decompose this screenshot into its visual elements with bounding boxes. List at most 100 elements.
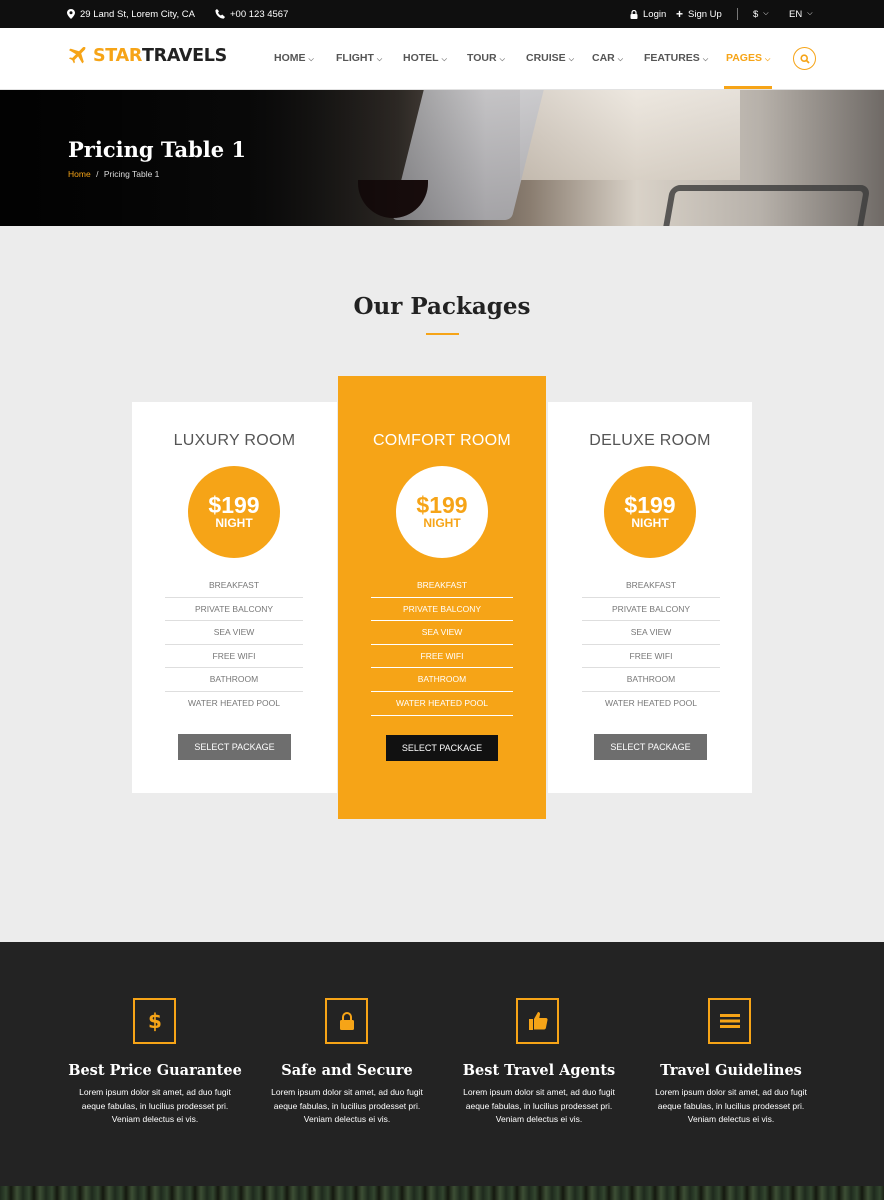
package-period: NIGHT: [423, 516, 461, 530]
svg-text:$: $: [148, 1010, 162, 1032]
dollar-icon: $: [148, 1010, 162, 1032]
site-logo[interactable]: STAR TRAVELS: [67, 46, 227, 66]
feature-list: BREAKFAST PRIVATE BALCONY SEA VIEW FREE …: [582, 574, 720, 716]
nav-item-flight[interactable]: FLIGHT ⌵: [336, 52, 382, 64]
language-select[interactable]: EN ⌵: [789, 0, 813, 28]
nav-item-pages[interactable]: PAGES ⌵: [726, 52, 770, 64]
chevron-down-icon: ⌵: [441, 56, 447, 63]
feature-icon-box: $: [133, 998, 176, 1044]
search-button[interactable]: [793, 47, 816, 70]
feature-text-line: Veniam delectus ei vis.: [303, 1114, 391, 1124]
nav-item-tour[interactable]: TOUR ⌵: [467, 52, 505, 64]
footer-image-strip: [0, 1186, 884, 1200]
list-item: BATHROOM: [165, 668, 303, 692]
package-name: DELUXE ROOM: [589, 432, 711, 449]
feature-title: Best Travel Agents: [462, 1062, 616, 1079]
map-pin-icon: [67, 9, 75, 19]
feature-text-line: Veniam delectus ei vis.: [687, 1114, 775, 1124]
list-item: FREE WIFI: [582, 645, 720, 669]
nav-label: HOME: [274, 52, 306, 64]
nav-item-features[interactable]: FEATURES ⌵: [644, 52, 708, 64]
package-period: NIGHT: [215, 516, 253, 530]
nav-item-hotel[interactable]: HOTEL ⌵: [403, 52, 447, 64]
login-link[interactable]: Login: [630, 0, 666, 28]
phone: +00 123 4567: [215, 0, 288, 28]
package-name: COMFORT ROOM: [372, 432, 512, 449]
phone-text: +00 123 4567: [230, 8, 289, 20]
list-item: BATHROOM: [371, 668, 513, 692]
breadcrumb-home[interactable]: Home: [68, 169, 91, 179]
feature-text-line: aeque fabulas, in lucilius prodesset pri…: [81, 1100, 229, 1111]
price-circle: $199 NIGHT: [604, 466, 696, 558]
signup-link[interactable]: + Sign Up: [676, 0, 722, 28]
chevron-down-icon: ⌵: [763, 10, 769, 17]
list-item: BREAKFAST: [165, 574, 303, 598]
nav-item-car[interactable]: CAR ⌵: [592, 52, 623, 64]
plus-icon: +: [676, 7, 684, 21]
active-nav-indicator: [724, 86, 772, 89]
airplane-icon: [69, 46, 86, 64]
list-item: WATER HEATED POOL: [605, 697, 697, 708]
nav-label: CAR: [592, 52, 615, 64]
list-item: BATHROOM: [582, 668, 720, 692]
chevron-down-icon: ⌵: [568, 56, 574, 63]
nav-item-home[interactable]: HOME ⌵: [274, 52, 314, 64]
package-price: $199: [624, 492, 676, 518]
feature-text-line: Lorem ipsum dolor sit amet, ad duo fugit: [463, 1087, 615, 1097]
list-item: PRIVATE BALCONY: [165, 598, 303, 622]
select-package-button[interactable]: SELECT PACKAGE: [178, 734, 291, 760]
top-bar: 29 Land St, Lorem City, CA +00 123 4567 …: [0, 0, 884, 28]
chevron-down-icon: ⌵: [764, 56, 771, 63]
list-item: PRIVATE BALCONY: [371, 598, 513, 622]
chevron-down-icon: ⌵: [499, 56, 505, 63]
page-hero: Pricing Table 1 Home / Pricing Table 1: [0, 90, 884, 226]
breadcrumb: Home / Pricing Table 1: [68, 169, 159, 179]
chevron-down-icon: ⌵: [617, 56, 624, 63]
feature-text-line: Lorem ipsum dolor sit amet, ad duo fugit: [79, 1087, 231, 1097]
lock-icon: [339, 1012, 354, 1030]
logo-travels: TRAVELS: [142, 46, 227, 66]
feature-icon-box: [516, 998, 559, 1044]
lock-icon: [630, 9, 638, 19]
signup-label: Sign Up: [688, 8, 722, 20]
feature-title: Travel Guidelines: [660, 1062, 802, 1079]
breadcrumb-separator: /: [96, 169, 99, 179]
language-value: EN: [789, 8, 803, 20]
feature-description: Lorem ipsum dolor sit amet, ad duo fugit…: [65, 1086, 245, 1127]
nav-item-cruise[interactable]: CRUISE ⌵: [526, 52, 574, 64]
list-item: PRIVATE BALCONY: [582, 598, 720, 622]
feature-text-line: Veniam delectus ei vis.: [111, 1114, 199, 1124]
feature-text-line: aeque fabulas, in lucilius prodesset pri…: [657, 1100, 805, 1111]
package-name: LUXURY ROOM: [173, 432, 296, 449]
list-icon: [719, 1014, 740, 1028]
feature-text-line: aeque fabulas, in lucilius prodesset pri…: [273, 1100, 421, 1111]
feature-title: Best Price Guarantee: [68, 1062, 242, 1079]
list-item: WATER HEATED POOL: [188, 697, 280, 708]
pricing-card-deluxe: DELUXE ROOM $199 NIGHT BREAKFAST PRIVATE…: [548, 402, 752, 793]
section-title: Our Packages: [353, 293, 531, 320]
feature-description: Lorem ipsum dolor sit amet, ad duo fugit…: [641, 1086, 821, 1127]
nav-label: FEATURES: [644, 52, 700, 64]
pricing-card-comfort: COMFORT ROOM $199 NIGHT BREAKFAST PRIVAT…: [338, 376, 546, 819]
list-item: FREE WIFI: [165, 645, 303, 669]
feature-description: Lorem ipsum dolor sit amet, ad duo fugit…: [257, 1086, 437, 1127]
feature-title: Safe and Secure: [281, 1062, 413, 1079]
address: 29 Land St, Lorem City, CA: [67, 0, 195, 28]
list-item: SEA VIEW: [582, 621, 720, 645]
list-item: BREAKFAST: [582, 574, 720, 598]
currency-value: $: [753, 8, 759, 20]
address-text: 29 Land St, Lorem City, CA: [80, 8, 195, 20]
select-package-button[interactable]: SELECT PACKAGE: [594, 734, 707, 760]
currency-select[interactable]: $ ⌵: [753, 0, 769, 28]
select-package-button[interactable]: SELECT PACKAGE: [386, 735, 498, 761]
topbar-divider: [737, 8, 738, 20]
package-price: $199: [208, 492, 260, 518]
pricing-card-luxury: LUXURY ROOM $199 NIGHT BREAKFAST PRIVATE…: [132, 402, 337, 793]
feature-icon-box: [325, 998, 368, 1044]
list-item: FREE WIFI: [371, 645, 513, 669]
feature-list: BREAKFAST PRIVATE BALCONY SEA VIEW FREE …: [165, 574, 303, 716]
main-header: STAR TRAVELS HOME ⌵ FLIGHT ⌵ HOTEL ⌵ TOUR ⌵ C…: [0, 28, 884, 90]
features-section: $ Best Price Guarantee Lorem ipsum dolor…: [0, 942, 884, 1186]
nav-label: PAGES: [726, 52, 762, 64]
list-item: BREAKFAST: [371, 574, 513, 598]
